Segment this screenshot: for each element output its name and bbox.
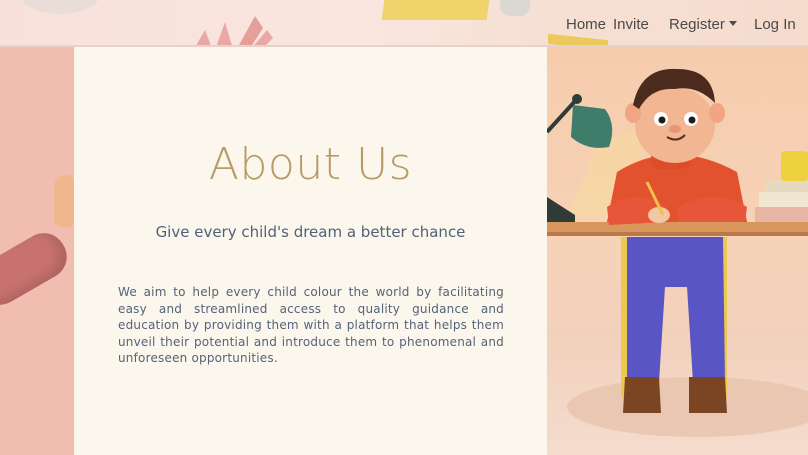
decorative-flower-illustration bbox=[196, 16, 273, 45]
student-at-desk-illustration bbox=[547, 68, 808, 437]
decorative-shape bbox=[20, 0, 100, 14]
caret-down-icon bbox=[728, 21, 737, 26]
nav-register-label: Register bbox=[669, 16, 725, 33]
nav-invite-link[interactable]: Invite bbox=[613, 16, 649, 33]
nav-register-dropdown[interactable]: Register bbox=[669, 16, 737, 33]
decorative-shape bbox=[548, 33, 608, 45]
about-section: About Us Give every child's dream a bett… bbox=[74, 47, 547, 455]
mission-statement: We aim to help every child colour the wo… bbox=[118, 285, 504, 366]
page-title: About Us bbox=[208, 139, 413, 190]
nav-login-link[interactable]: Log In bbox=[754, 16, 796, 33]
student-illustration bbox=[547, 47, 808, 455]
decorative-shape bbox=[500, 0, 530, 16]
navbar: Home Invite Register Log In bbox=[0, 0, 808, 47]
decorative-shape bbox=[381, 0, 490, 20]
hand-illustration bbox=[54, 175, 74, 227]
tagline: Give every child's dream a better chance bbox=[155, 223, 466, 241]
nav-home-link[interactable]: Home bbox=[566, 16, 606, 33]
arm-illustration bbox=[0, 225, 74, 315]
left-decorative-panel bbox=[0, 47, 74, 455]
